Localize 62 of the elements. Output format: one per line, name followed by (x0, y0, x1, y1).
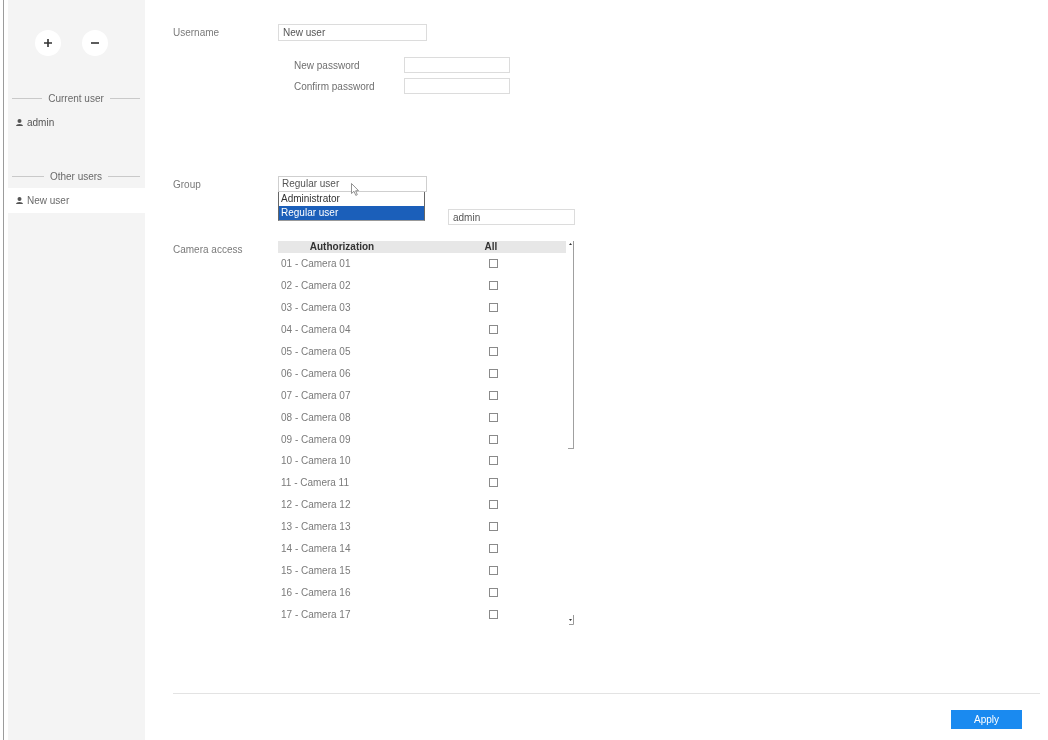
password-field[interactable] (404, 78, 510, 94)
username-field[interactable]: New user (278, 24, 427, 41)
checkbox[interactable] (488, 544, 498, 553)
column-header: All (483, 241, 499, 253)
checkbox[interactable] (488, 456, 498, 466)
checkbox[interactable] (488, 368, 498, 378)
camera-name: 07 - Camera 07 (280, 389, 352, 401)
field-label: New password (294, 59, 361, 71)
text-field[interactable]: admin (448, 209, 575, 225)
section-heading: Current user (48, 92, 104, 104)
camera-name: 03 - Camera 03 (280, 302, 352, 314)
camera-name: 08 - Camera 08 (280, 411, 352, 423)
camera-name: 15 - Camera 15 (280, 564, 352, 576)
camera-name: 09 - Camera 09 (280, 433, 352, 445)
scroll-down-icon[interactable] (567, 615, 574, 626)
checkbox[interactable] (488, 478, 498, 488)
checkbox[interactable] (488, 325, 498, 335)
remove-button[interactable] (82, 30, 108, 56)
checkbox[interactable] (488, 303, 498, 313)
camera-name: 17 - Camera 17 (280, 608, 352, 620)
mouse-pointer-icon (351, 183, 359, 196)
user-list-item[interactable]: New user (8, 188, 145, 213)
camera-name: 05 - Camera 05 (280, 346, 352, 357)
minus-icon (91, 42, 99, 44)
user-list-item[interactable]: admin (8, 110, 145, 135)
section-heading: Other users (49, 170, 103, 182)
checkbox[interactable] (488, 390, 498, 400)
checkbox[interactable] (488, 609, 498, 619)
checkbox[interactable] (488, 500, 498, 510)
camera-name: 12 - Camera 12 (280, 499, 352, 511)
checkbox[interactable] (488, 347, 498, 356)
apply-button[interactable]: Apply (951, 710, 1022, 729)
checkbox[interactable] (488, 281, 498, 291)
checkbox[interactable] (488, 259, 498, 269)
group-select[interactable]: Regular user (278, 176, 427, 192)
dropdown-option[interactable]: Regular user (279, 206, 424, 220)
user-icon (16, 119, 23, 126)
camera-name: 01 - Camera 01 (280, 258, 352, 270)
camera-name: 13 - Camera 13 (280, 521, 352, 533)
plus-icon (44, 39, 52, 47)
checkbox[interactable] (488, 412, 498, 422)
camera-name: 02 - Camera 02 (280, 280, 352, 292)
field-label: Username (173, 26, 221, 40)
scroll-up-icon[interactable] (567, 241, 574, 250)
column-header: Authorization (308, 241, 376, 253)
add-button[interactable] (35, 30, 61, 56)
camera-name: 06 - Camera 06 (280, 367, 352, 379)
checkbox[interactable] (488, 587, 498, 597)
checkbox[interactable] (488, 434, 498, 444)
field-label: Group (173, 178, 202, 192)
scrollbar-thumb[interactable] (568, 250, 574, 449)
field-label: Confirm password (294, 80, 376, 92)
camera-name: 10 - Camera 10 (280, 455, 352, 467)
camera-name: 16 - Camera 16 (280, 586, 352, 598)
camera-name: 04 - Camera 04 (280, 324, 352, 336)
field-label: Camera access (173, 243, 244, 257)
camera-name: 11 - Camera 11 (280, 477, 350, 489)
password-field[interactable] (404, 57, 510, 73)
user-icon (16, 197, 23, 204)
camera-name: 14 - Camera 14 (280, 543, 352, 554)
checkbox[interactable] (488, 565, 498, 575)
checkbox[interactable] (488, 522, 498, 532)
